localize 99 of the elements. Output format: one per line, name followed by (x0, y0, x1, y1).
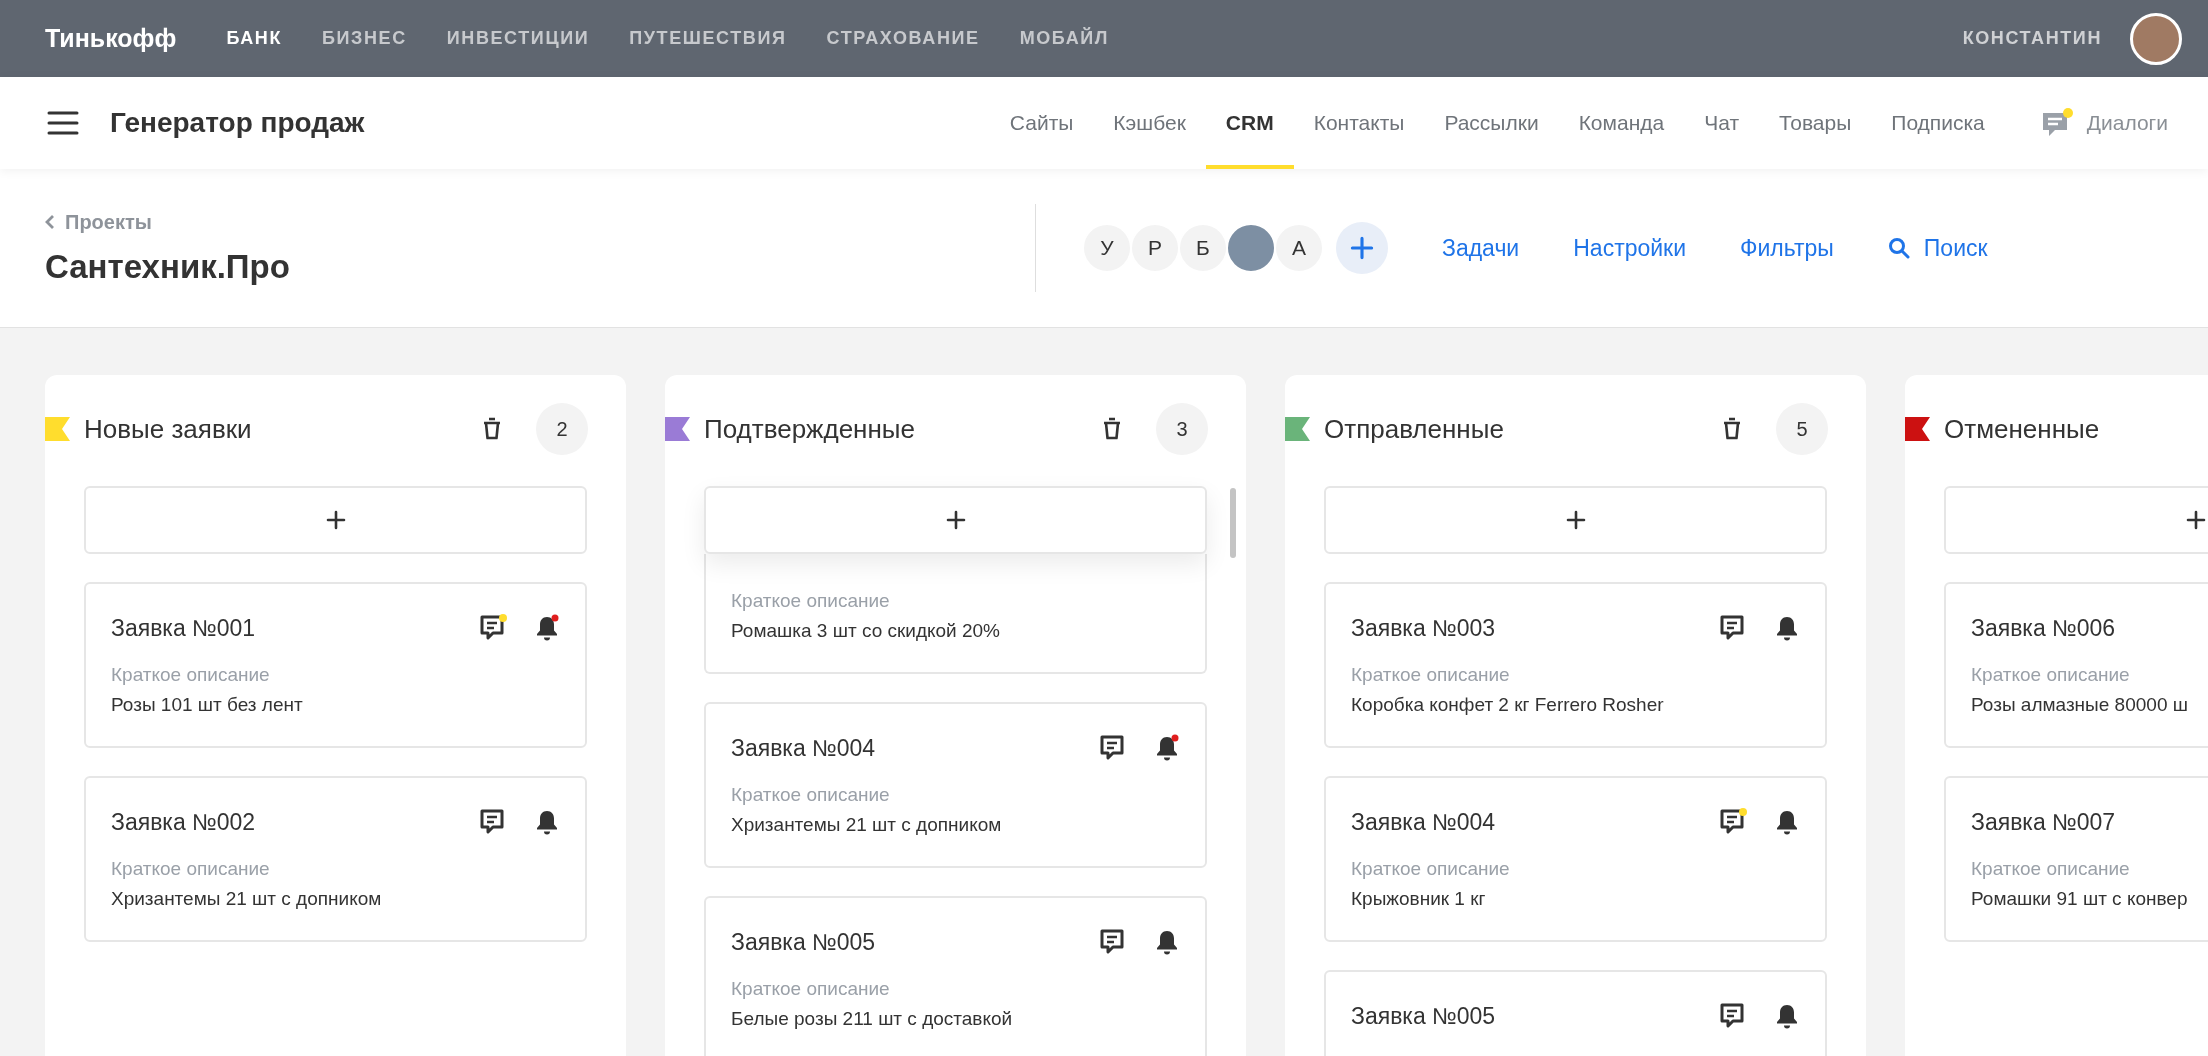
card-title: Заявка №002 (111, 808, 257, 836)
header-link[interactable]: Фильтры (1740, 234, 1834, 262)
dialogs-label: Диалоги (2086, 111, 2168, 135)
top-nav-item[interactable]: МОБАЙЛ (1009, 28, 1120, 49)
bell-icon[interactable] (1774, 808, 1800, 836)
plus-icon (945, 510, 966, 530)
add-member-button[interactable] (1336, 222, 1388, 274)
card-title: Заявка №003 (1351, 614, 1497, 642)
dialogs-link[interactable]: Диалоги (2040, 77, 2168, 169)
member-avatar[interactable]: А (1274, 223, 1324, 273)
column-title: Подтвержденные (704, 413, 916, 445)
bell-icon[interactable] (1774, 1002, 1800, 1030)
member-avatar[interactable]: У (1082, 223, 1132, 273)
top-nav-item[interactable]: ИНВЕСТИЦИИ (436, 28, 600, 49)
nav-tab[interactable]: Подписка (1871, 77, 2005, 169)
card-title: Заявка №007 (1971, 808, 2117, 836)
plus-icon (1350, 236, 1374, 260)
count-badge: 3 (1156, 403, 1208, 455)
nav-tab[interactable]: Сайты (989, 77, 1094, 169)
order-card[interactable]: Заявка №001 Краткое описание Розы 101 шт без лент (84, 582, 587, 748)
card-label: Краткое описание (1351, 858, 1511, 880)
nav-tab[interactable]: Товары (1759, 77, 1872, 169)
card-description: Розы 101 шт без лент (111, 694, 304, 716)
order-card[interactable]: Заявка №006 Краткое описание Розы алмазные 80000 ш (1944, 582, 2208, 748)
card-label: Краткое описание (111, 664, 271, 686)
card-label: Краткое описание (731, 978, 891, 1000)
top-nav-item[interactable]: БИЗНЕС (312, 28, 417, 49)
card-label: Краткое описание (731, 784, 891, 806)
card-title: Заявка №001 (111, 614, 257, 642)
order-card[interactable]: Заявка №004 Краткое описание Крыжовник 1 кг (1324, 776, 1827, 942)
card-title: Заявка №005 (731, 928, 877, 956)
back-link-label: Проекты (65, 210, 152, 234)
search-label: Поиск (1923, 234, 1988, 262)
card-label: Краткое описание (1971, 858, 2131, 880)
column-title: Новые заявки (84, 413, 253, 445)
search-icon (1887, 237, 1910, 259)
order-card[interactable]: Заявка №004 Краткое описание Хризантемы 21 шт с допником (704, 702, 1207, 868)
card-description: Ромашки 91 шт с конвер (1971, 888, 2189, 910)
card-title: Заявка №006 (1971, 614, 2117, 642)
count-badge: 5 (1776, 403, 1828, 455)
trash-icon (1102, 417, 1122, 441)
card-label: Краткое описание (1971, 664, 2131, 686)
plus-icon (1565, 510, 1586, 530)
card-description: Хризантемы 21 шт с допником (111, 888, 383, 910)
bell-icon[interactable] (1154, 734, 1180, 762)
order-card[interactable]: Заявка №007 Краткое описание Ромашки 91 шт с конвер (1944, 776, 2208, 942)
card-title: Заявка №005 (1351, 1002, 1497, 1030)
bell-icon[interactable] (1154, 928, 1180, 956)
delete-button[interactable] (482, 417, 502, 441)
header-link[interactable]: Задачи (1442, 234, 1520, 262)
scrollbar[interactable] (1230, 488, 1236, 558)
user-avatar[interactable] (2130, 12, 2182, 65)
top-nav-item[interactable]: БАНК (216, 28, 292, 49)
card-description: Хризантемы 21 шт с допником (731, 814, 1003, 836)
member-avatar[interactable]: Б (1178, 223, 1228, 273)
card-label: Краткое описание (111, 858, 271, 880)
column-title: Отмененные (1944, 413, 2101, 445)
nav-tab[interactable]: Кэшбек (1093, 77, 1206, 169)
app-title: Генератор продаж (110, 107, 365, 139)
brand-logo[interactable]: Тинькофф (45, 24, 177, 53)
chevron-left-icon (45, 214, 55, 230)
nav-tab[interactable]: Рассылки (1424, 77, 1559, 169)
nav-tab[interactable]: Контакты (1293, 77, 1425, 169)
card-title: Заявка №004 (1351, 808, 1497, 836)
card-description: Крыжовник 1 кг (1351, 888, 1487, 910)
bell-icon[interactable] (534, 808, 560, 836)
card-label: Краткое описание (731, 590, 891, 612)
nav-tab[interactable]: Команда (1558, 77, 1685, 169)
trash-icon (482, 417, 502, 441)
back-link[interactable]: Проекты (45, 210, 1035, 234)
project-title: Сантехник.Про (45, 247, 291, 286)
card-description: Коробка конфет 2 кг Ferrero Rosher (1351, 694, 1665, 716)
trash-icon (1722, 417, 1742, 441)
top-nav-item[interactable]: СТРАХОВАНИЕ (816, 28, 990, 49)
header-link[interactable]: Настройки (1573, 234, 1686, 262)
delete-button[interactable] (1722, 417, 1742, 441)
count-badge: 2 (536, 403, 588, 455)
order-card[interactable]: Краткое описание Ромашка 3 шт со скидкой 20% (704, 554, 1207, 674)
nav-tab[interactable]: Чат (1684, 77, 1760, 169)
search-link[interactable]: Поиск (1887, 234, 1988, 262)
order-card[interactable]: Заявка №002 Краткое описание Хризантемы 21 шт с допником (84, 776, 587, 942)
card-description: Розы алмазные 80000 ш (1971, 694, 2189, 716)
menu-icon[interactable] (46, 110, 80, 136)
plus-icon (325, 510, 346, 530)
plus-icon (2185, 510, 2206, 530)
card-description: Белые розы 211 шт с доставкой (731, 1008, 1014, 1030)
top-nav-item[interactable]: ПУТЕШЕСТВИЯ (619, 28, 797, 49)
card-title: Заявка №004 (731, 734, 877, 762)
column-title: Отправленные (1324, 413, 1505, 445)
card-description: Ромашка 3 шт со скидкой 20% (731, 620, 1001, 642)
order-card[interactable]: Заявка №005 Краткое описание Белые розы 211 шт с доставкой (704, 896, 1207, 1056)
bell-icon[interactable] (534, 614, 560, 642)
delete-button[interactable] (1102, 417, 1122, 441)
order-card[interactable]: Заявка №003 Краткое описание Коробка конфет 2 кг Ferrero Rosher (1324, 582, 1827, 748)
user-name[interactable]: КОНСТАНТИН (1962, 28, 2102, 49)
card-label: Краткое описание (1351, 664, 1511, 686)
member-avatar[interactable]: Р (1130, 223, 1180, 273)
bell-icon[interactable] (1774, 614, 1800, 642)
order-card[interactable]: Заявка №005 (1324, 970, 1827, 1056)
